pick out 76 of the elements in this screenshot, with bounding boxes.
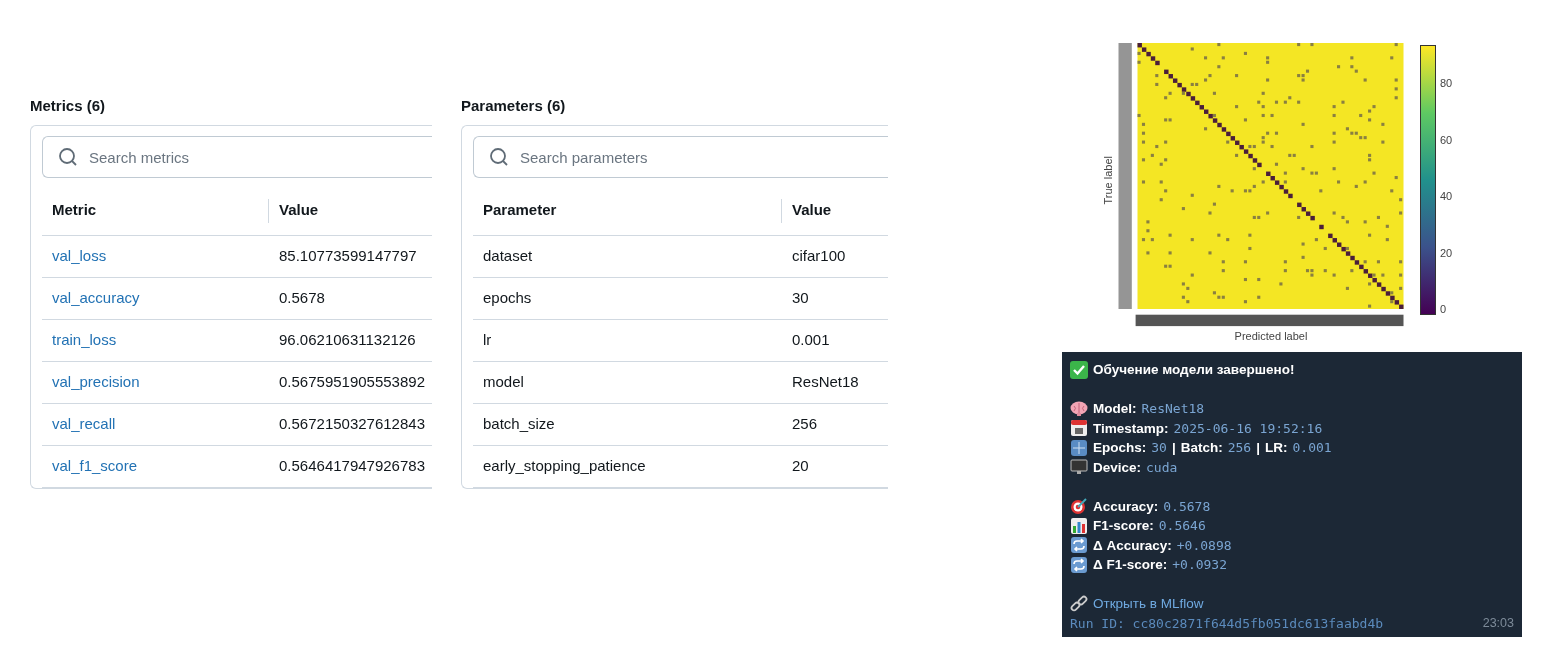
table-cell-text: ResNet18 [791, 372, 859, 393]
field-value: ResNet18 [1141, 400, 1205, 418]
panel-title: Parameters (6) [461, 96, 567, 115]
field-label: LR: [1265, 439, 1288, 457]
field-label: Accuracy: [1093, 497, 1159, 516]
table-cell-text: 85.10773599147797 [278, 246, 417, 267]
field-label: Batch: [1180, 439, 1223, 457]
field-value: 256 [1227, 439, 1252, 457]
search-field[interactable]: Search metrics [42, 136, 432, 178]
table-cell-text: 20 [791, 456, 809, 477]
colorbar-tick-label: 20 [1440, 246, 1453, 259]
field-label: Epochs: [1093, 439, 1147, 457]
colorbar-tick-label: 60 [1440, 133, 1453, 146]
link-icon [1070, 594, 1088, 613]
field-value: cuda [1146, 458, 1178, 477]
colorbar-tick-label: 40 [1440, 190, 1453, 202]
field-label: Model: [1093, 400, 1137, 418]
table-cell-text: 96.06210631132126 [278, 330, 416, 351]
field-value: +0.0898 [1176, 536, 1232, 555]
field-label: F1-score: [1093, 517, 1154, 535]
check-icon [1070, 360, 1088, 379]
table-cell-text: cifar100 [791, 246, 846, 267]
search-icon [489, 147, 509, 167]
field-value: +0.0932 [1172, 556, 1228, 574]
field-value: 0.5646 [1158, 517, 1206, 535]
message-time: 23:03 [1482, 614, 1514, 632]
field-label: Device: [1093, 458, 1142, 477]
monitor-icon [1070, 458, 1088, 477]
metric-link[interactable]: val_recall [42, 413, 268, 436]
column-header: Value [791, 200, 833, 221]
table-cell-text: 0.5646417947926783 [278, 456, 425, 477]
table-cell-text: 0.5675951905553892 [278, 372, 425, 393]
axis-label: Predicted label [1234, 330, 1308, 343]
separator: | [1171, 439, 1176, 457]
search-icon [58, 147, 78, 167]
table-cell-text: 0.5678 [278, 288, 325, 309]
colorbar-tick-label: 0 [1440, 303, 1448, 315]
field-label: Timestamp: [1093, 419, 1169, 438]
search-field[interactable]: Search parameters [473, 136, 888, 178]
field-value: 0.5678 [1163, 497, 1211, 516]
metric-link[interactable]: val_loss [42, 245, 268, 268]
metric-link[interactable]: val_precision [42, 371, 268, 394]
repeat-icon [1070, 555, 1088, 574]
brain-icon [1070, 400, 1088, 417]
table-cell-text: batch_size [482, 414, 556, 435]
field-label: Δ Accuracy: [1093, 536, 1172, 555]
table-cell-text: 30 [791, 288, 809, 309]
field-value: 2025-06-16 19:52:16 [1173, 419, 1323, 438]
field-value: 0.001 [1292, 439, 1332, 457]
metric-link[interactable]: val_f1_score [42, 455, 268, 478]
column-header: Value [278, 200, 320, 221]
field-value: 30 [1151, 439, 1167, 457]
table-cell-text: dataset [482, 246, 534, 267]
table-cell-text: epochs [482, 288, 533, 309]
column-header: Parameter [482, 200, 558, 221]
table-cell-text: 0.5672150327612843 [278, 414, 425, 435]
panel-title: Metrics (6) [30, 96, 107, 115]
target-icon [1070, 497, 1088, 516]
table-cell-text: 0.001 [791, 330, 830, 351]
metric-link[interactable]: train_loss [42, 329, 268, 352]
separator: | [1256, 439, 1260, 457]
table-cell-text: lr [482, 330, 493, 351]
colorbar-tick-label: 80 [1440, 77, 1453, 89]
mlflow-link[interactable]: Открыть в MLflow [1093, 594, 1204, 614]
table-cell-text: 256 [791, 414, 818, 435]
table-cell-text: model [482, 372, 525, 393]
axis-label: True label [1100, 155, 1115, 205]
field-label: Δ F1-score: [1093, 556, 1168, 574]
message-title: Обучение модели завершено! [1093, 361, 1295, 379]
column-header: Metric [51, 200, 98, 221]
bar-chart-icon [1070, 516, 1088, 535]
calendar-icon [1070, 419, 1088, 438]
metric-link[interactable]: val_accuracy [42, 287, 268, 310]
run-id: Run ID: cc80c2871f644d5fb051dc613faabd4b [1070, 614, 1384, 633]
repeat-icon [1070, 536, 1088, 555]
table-cell-text: early_stopping_patience [482, 456, 647, 477]
